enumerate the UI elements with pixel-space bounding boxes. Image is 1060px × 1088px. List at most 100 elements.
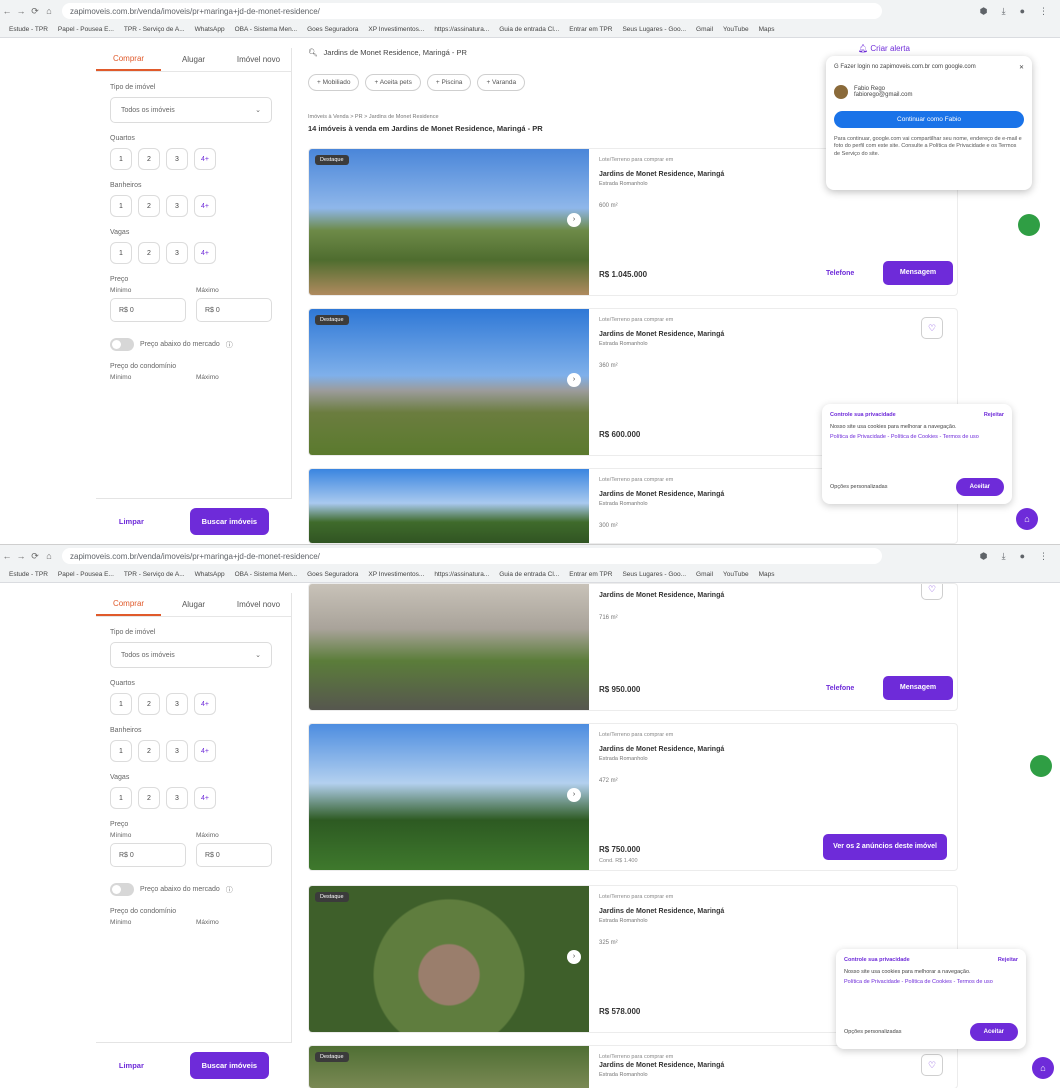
- vagas-chip-2[interactable]: 2: [138, 242, 160, 264]
- quartos-chip-3[interactable]: 3: [166, 693, 188, 715]
- profile-icon[interactable]: ●: [1020, 6, 1025, 17]
- vagas-chip-4plus[interactable]: 4+: [194, 242, 216, 264]
- tab-comprar[interactable]: Comprar: [96, 48, 161, 71]
- forward-icon[interactable]: →: [14, 6, 28, 16]
- download-icon[interactable]: ⤓: [1002, 6, 1006, 17]
- bookmark[interactable]: Goes Seguradora: [304, 571, 361, 578]
- home-icon[interactable]: ⌂: [1016, 508, 1038, 530]
- bookmark[interactable]: Papel - Pousea E...: [55, 571, 117, 578]
- banheiros-chip-3[interactable]: 3: [166, 740, 188, 762]
- chevron-right-icon[interactable]: ›: [567, 373, 581, 387]
- vagas-chip-3[interactable]: 3: [166, 242, 188, 264]
- accept-button[interactable]: Aceitar: [969, 1023, 1018, 1041]
- chevron-right-icon[interactable]: ›: [567, 950, 581, 964]
- bookmark[interactable]: Seus Lugares - Goo...: [619, 571, 689, 578]
- clear-button[interactable]: Limpar: [119, 517, 144, 526]
- clear-button[interactable]: Limpar: [119, 1061, 144, 1070]
- bookmark[interactable]: YouTube: [720, 26, 752, 33]
- breadcrumb[interactable]: Imóveis à Venda > PR > Jardins de Monet …: [308, 114, 439, 120]
- listing-photo[interactable]: [309, 886, 589, 1032]
- extension-icon[interactable]: ⬢: [980, 6, 988, 17]
- banheiros-chip-4plus[interactable]: 4+: [194, 195, 216, 217]
- info-icon[interactable]: ⓘ: [226, 340, 233, 350]
- banheiros-chip-4plus[interactable]: 4+: [194, 740, 216, 762]
- see-listings-button[interactable]: Ver os 2 anúncios deste imóvel: [823, 834, 947, 860]
- listing-title[interactable]: Jardins de Monet Residence, Maringá: [599, 491, 724, 498]
- chevron-right-icon[interactable]: ›: [567, 788, 581, 802]
- quartos-chip-1[interactable]: 1: [110, 693, 132, 715]
- profile-icon[interactable]: ●: [1020, 551, 1025, 562]
- privacy-links[interactable]: Política de Privacidade - Política de Co…: [830, 434, 1004, 440]
- quartos-chip-4plus[interactable]: 4+: [194, 693, 216, 715]
- listing-title[interactable]: Jardins de Monet Residence, Maringá: [599, 1062, 724, 1069]
- bookmark[interactable]: Estude - TPR: [6, 571, 51, 578]
- back-icon[interactable]: ←: [0, 551, 14, 561]
- bookmark[interactable]: WhatsApp: [192, 571, 228, 578]
- tab-alugar[interactable]: Alugar: [161, 49, 226, 70]
- pill-aceita-pets[interactable]: + Aceita pets: [365, 74, 421, 91]
- bookmark[interactable]: TPR - Serviço de A...: [121, 26, 188, 33]
- listing-card[interactable]: Destaque Lote/Terreno para comprar em Ja…: [308, 1045, 958, 1088]
- heart-icon[interactable]: ♡: [921, 1054, 943, 1076]
- banheiros-chip-1[interactable]: 1: [110, 195, 132, 217]
- chat-icon[interactable]: [1030, 755, 1052, 777]
- quartos-chip-2[interactable]: 2: [138, 693, 160, 715]
- search-button[interactable]: Buscar imóveis: [189, 508, 270, 535]
- type-select[interactable]: Todos os imóveis ⌄: [110, 97, 272, 123]
- location-search[interactable]: 🔍︎ Jardins de Monet Residence, Maringá - …: [308, 42, 848, 62]
- message-button[interactable]: Mensagem: [883, 261, 953, 285]
- price-max-input[interactable]: R$ 0: [196, 298, 272, 322]
- below-market-toggle[interactable]: [110, 883, 134, 896]
- listing-photo[interactable]: [309, 724, 589, 870]
- listing-card[interactable]: Jardins de Monet Residence, Maringá 716 …: [308, 583, 958, 711]
- type-select[interactable]: Todos os imóveis ⌄: [110, 642, 272, 668]
- quartos-chip-3[interactable]: 3: [166, 148, 188, 170]
- reject-button[interactable]: Rejeitar: [984, 412, 1004, 418]
- bookmark[interactable]: https://assinatura...: [431, 571, 492, 578]
- reject-button[interactable]: Rejeitar: [998, 957, 1018, 963]
- listing-photo[interactable]: [309, 309, 589, 455]
- address-bar[interactable]: zapimoveis.com.br/venda/imoveis/pr+marin…: [62, 3, 882, 19]
- bookmark[interactable]: Guia de entrada Cl...: [496, 571, 562, 578]
- bookmark[interactable]: Estude - TPR: [6, 26, 51, 33]
- bookmark[interactable]: Entrar em TPR: [566, 26, 615, 33]
- create-alert-button[interactable]: 🔔︎ Criar alerta: [858, 44, 910, 53]
- pill-piscina[interactable]: + Piscina: [426, 74, 472, 91]
- pill-varanda[interactable]: + Varanda: [477, 74, 526, 91]
- bookmark[interactable]: https://assinatura...: [431, 26, 492, 33]
- continue-as-button[interactable]: Continuar como Fabio: [834, 111, 1024, 128]
- bookmark[interactable]: Gmail: [693, 26, 716, 33]
- reload-icon[interactable]: ⟳: [28, 6, 42, 17]
- heart-icon[interactable]: ♡: [921, 584, 943, 600]
- listing-photo[interactable]: [309, 1046, 589, 1088]
- tab-imovel-novo[interactable]: Imóvel novo: [226, 594, 291, 615]
- vagas-chip-2[interactable]: 2: [138, 787, 160, 809]
- message-button[interactable]: Mensagem: [883, 676, 953, 700]
- banheiros-chip-3[interactable]: 3: [166, 195, 188, 217]
- quartos-chip-2[interactable]: 2: [138, 148, 160, 170]
- bookmark[interactable]: Gmail: [693, 571, 716, 578]
- listing-title[interactable]: Jardins de Monet Residence, Maringá: [599, 908, 724, 915]
- heart-icon[interactable]: ♡: [921, 317, 943, 339]
- bookmark[interactable]: Maps: [756, 571, 778, 578]
- menu-icon[interactable]: ⋮: [1039, 6, 1048, 17]
- chevron-right-icon[interactable]: ›: [567, 213, 581, 227]
- below-market-toggle[interactable]: [110, 338, 134, 351]
- forward-icon[interactable]: →: [14, 551, 28, 561]
- custom-options-link[interactable]: Opções personalizadas: [830, 484, 887, 490]
- quartos-chip-4plus[interactable]: 4+: [194, 148, 216, 170]
- vagas-chip-4plus[interactable]: 4+: [194, 787, 216, 809]
- home-icon[interactable]: ⌂: [42, 551, 56, 561]
- download-icon[interactable]: ⤓: [1002, 551, 1006, 562]
- search-button[interactable]: Buscar imóveis: [189, 1052, 270, 1079]
- info-icon[interactable]: ⓘ: [226, 885, 233, 895]
- extension-icon[interactable]: ⬢: [980, 551, 988, 562]
- phone-button[interactable]: Telefone: [826, 685, 854, 692]
- bookmark[interactable]: Papel - Pousea E...: [55, 26, 117, 33]
- listing-title[interactable]: Jardins de Monet Residence, Maringá: [599, 331, 724, 338]
- chat-icon[interactable]: [1018, 214, 1040, 236]
- bookmark[interactable]: Maps: [756, 26, 778, 33]
- banheiros-chip-2[interactable]: 2: [138, 195, 160, 217]
- bookmark[interactable]: XP Investimentos...: [365, 571, 427, 578]
- menu-icon[interactable]: ⋮: [1039, 551, 1048, 562]
